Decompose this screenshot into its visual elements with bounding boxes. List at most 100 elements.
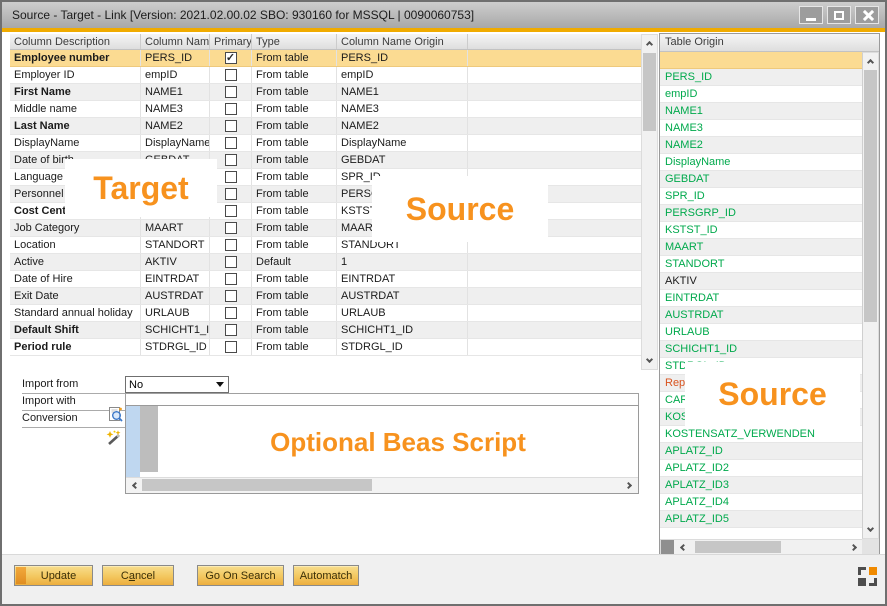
import-from-dropdown[interactable]: No [125,376,229,393]
header-type[interactable]: Type [252,34,337,49]
editor-horizontal-scrollbar[interactable] [126,477,638,493]
list-item[interactable]: NAME1 [660,103,862,120]
conversion-script-editor[interactable] [125,405,639,494]
list-item[interactable]: APLATZ_ID4 [660,494,862,511]
list-item[interactable]: KOSTENSATZ_VERWENDEN [660,426,862,443]
table-row[interactable]: LocationSTANDORTFrom tableSTANDORT [10,237,641,254]
primary-checkbox[interactable] [225,137,237,149]
list-item[interactable]: MAART [660,239,862,256]
list-item[interactable]: APLATZ_ID3 [660,477,862,494]
list-item[interactable] [660,52,862,69]
table-row[interactable]: Employee numberPERS_ID✓From tablePERS_ID [10,50,641,67]
table-row[interactable]: LanguageSPR_IDFrom tableSPR_ID [10,169,641,186]
header-primary[interactable]: Primary [210,34,252,49]
go-on-search-button[interactable]: Go On Search [197,565,284,586]
table-row[interactable]: Standard annual holidayURLAUBFrom tableU… [10,305,641,322]
table-row[interactable]: ActiveAKTIVDefault1 [10,254,641,271]
primary-checkbox[interactable] [225,86,237,98]
primary-checkbox[interactable] [225,290,237,302]
primary-checkbox[interactable] [225,120,237,132]
table-row[interactable]: Middle nameNAME3From tableNAME3 [10,101,641,118]
table-row[interactable]: Last NameNAME2From tableNAME2 [10,118,641,135]
list-item[interactable]: APLATZ_ID2 [660,460,862,477]
header-column-description[interactable]: Column Description [10,34,141,49]
expand-resize-button[interactable] [858,567,877,586]
scroll-up-button[interactable] [863,53,878,69]
list-item[interactable]: DisplayName [660,154,862,171]
list-item[interactable]: PERSGRP_ID [660,205,862,222]
list-item[interactable]: STANDORT [660,256,862,273]
table-row[interactable]: Job CategoryMAARTFrom tableMAART [10,220,641,237]
table-vertical-scrollbar[interactable] [641,34,658,370]
list-item[interactable]: PERS_ID [660,69,862,86]
primary-checkbox[interactable] [225,341,237,353]
primary-checkbox[interactable] [225,103,237,115]
table-row[interactable]: Date of birthGEBDATFrom tableGEBDAT [10,152,641,169]
scroll-down-button[interactable] [642,353,657,369]
primary-checkbox[interactable] [225,239,237,251]
table-row[interactable]: DisplayNameDisplayNameFrom tableDisplayN… [10,135,641,152]
list-item[interactable]: AUSTRDAT [660,307,862,324]
update-button[interactable]: Update [14,565,93,586]
table-row[interactable]: First NameNAME1From tableNAME1 [10,84,641,101]
scrollbar-thumb[interactable] [142,479,372,491]
scroll-up-button[interactable] [642,35,657,51]
maximize-button[interactable] [827,6,851,24]
primary-checkbox[interactable] [225,307,237,319]
primary-checkbox[interactable] [225,69,237,81]
scroll-down-button[interactable] [863,522,878,538]
preview-script-button[interactable] [107,406,124,428]
table-row[interactable]: Period ruleSTDRGL_IDFrom tableSTDRGL_ID [10,339,641,356]
scroll-left-button[interactable] [126,478,142,492]
list-item[interactable]: SCHICHT1_ID [660,341,862,358]
list-item[interactable]: KSTST_ID [660,222,862,239]
scroll-right-button[interactable] [622,478,638,492]
titlebar[interactable]: Source - Target - Link [Version: 2021.02… [2,2,885,28]
scrollbar-thumb[interactable] [643,53,656,131]
cell-type: From table [252,67,337,83]
primary-checkbox[interactable] [225,324,237,336]
list-item[interactable]: APLATZ_ID [660,443,862,460]
list-item[interactable]: APLATZ_ID5 [660,511,862,528]
automatch-button[interactable]: Automatch [293,565,359,586]
primary-checkbox[interactable] [225,154,237,166]
list-item[interactable]: NAME3 [660,120,862,137]
list-item[interactable]: AKTIV [660,273,862,290]
primary-checkbox[interactable] [225,273,237,285]
minimize-button[interactable] [799,6,823,24]
header-column-name-origin[interactable]: Column Name Origin [337,34,468,49]
scroll-left-button[interactable] [674,540,690,554]
cancel-button[interactable]: Cancel [102,565,174,586]
panel-vertical-scrollbar[interactable] [862,52,879,539]
table-row[interactable]: Exit DateAUSTRDATFrom tableAUSTRDAT [10,288,641,305]
scroll-right-button[interactable] [847,540,863,554]
list-item[interactable]: CAR [660,392,862,409]
script-wizard-button[interactable] [105,429,124,453]
list-item[interactable]: NAME2 [660,137,862,154]
table-row[interactable]: Date of HireEINTRDATFrom tableEINTRDAT [10,271,641,288]
primary-checkbox[interactable] [225,256,237,268]
list-item[interactable]: EINTRDAT [660,290,862,307]
list-item[interactable]: SPR_ID [660,188,862,205]
table-row[interactable]: Cost CenterKSTST_IDFrom tableKSTST_ID [10,203,641,220]
panel-horizontal-scrollbar[interactable] [660,539,864,555]
list-item[interactable]: GEBDAT [660,171,862,188]
primary-checkbox[interactable] [225,222,237,234]
header-column-name[interactable]: Column Name [141,34,210,49]
table-row[interactable]: Default ShiftSCHICHT1_IDFrom tableSCHICH… [10,322,641,339]
scrollbar-thumb[interactable] [864,70,877,322]
primary-checkbox[interactable] [225,205,237,217]
primary-checkbox[interactable] [225,188,237,200]
table-origin-header[interactable]: Table Origin [660,34,879,52]
list-item[interactable]: STDRGL_ID [660,358,862,375]
primary-checkbox[interactable] [225,171,237,183]
primary-checkbox[interactable]: ✓ [225,52,237,64]
scrollbar-thumb[interactable] [695,541,781,553]
list-item[interactable]: KOS [660,409,862,426]
table-row[interactable]: Personnel groupPERSGRP_IDFrom tablePERSG… [10,186,641,203]
list-item[interactable]: URLAUB [660,324,862,341]
list-item[interactable]: empID [660,86,862,103]
table-row[interactable]: Employer IDempIDFrom tableempID [10,67,641,84]
list-item[interactable]: Rep [660,375,862,392]
close-button[interactable] [855,6,879,24]
